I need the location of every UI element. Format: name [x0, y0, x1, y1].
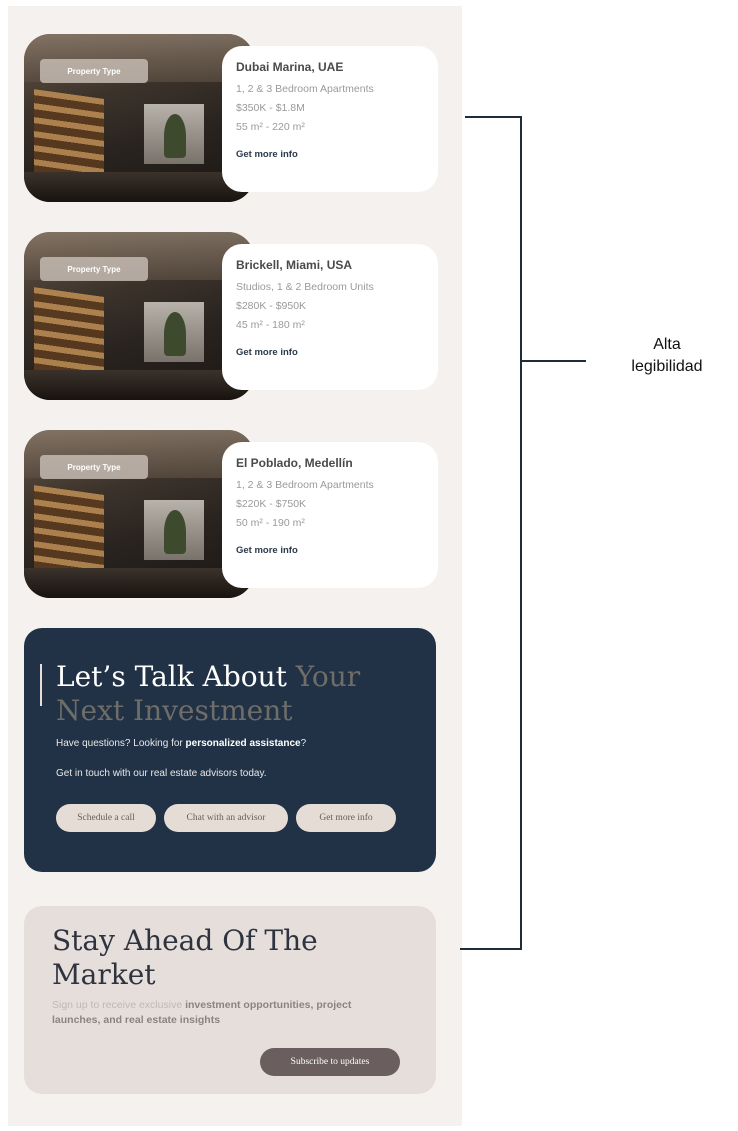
contact-title-main: Let’s Talk About	[56, 660, 287, 693]
bracket-line	[460, 116, 522, 950]
property-type-badge: Property Type	[40, 455, 148, 479]
contact-question: Have questions? Looking for personalized…	[56, 738, 306, 749]
get-more-info-button[interactable]: Get more info	[296, 804, 396, 832]
property-location: El Poblado, Medellín	[236, 456, 353, 470]
property-photo: Property Type	[24, 430, 254, 598]
get-more-info-link[interactable]: Get more info	[236, 347, 424, 358]
schedule-call-button[interactable]: Schedule a call	[56, 804, 156, 832]
property-photo: Property Type	[24, 232, 254, 400]
question-emphasis: personalized assistance	[185, 738, 301, 749]
newsletter-title: Stay Ahead Of The Market	[52, 924, 318, 991]
property-info: Dubai Marina, UAE 1, 2 & 3 Bedroom Apart…	[222, 46, 438, 192]
annotation-label: Alta legibilidad	[612, 334, 722, 378]
property-price: $350K - $1.8M	[236, 102, 305, 114]
property-area: 50 m² - 190 m²	[236, 517, 305, 529]
property-photo: Property Type	[24, 34, 254, 202]
annotation-line-1: Alta	[653, 336, 681, 353]
chat-advisor-button[interactable]: Chat with an advisor	[164, 804, 288, 832]
property-price: $220K - $750K	[236, 498, 307, 510]
property-info: Brickell, Miami, USA Studios, 1 & 2 Bedr…	[222, 244, 438, 390]
question-text: Have questions? Looking for	[56, 738, 183, 749]
property-card[interactable]: Property Type Dubai Marina, UAE 1, 2 & 3…	[24, 34, 438, 204]
question-mark: ?	[300, 738, 307, 749]
newsletter-section: Stay Ahead Of The Market Sign up to rece…	[24, 906, 436, 1094]
subscribe-button[interactable]: Subscribe to updates	[260, 1048, 400, 1076]
property-card[interactable]: Property Type El Poblado, Medellín 1, 2 …	[24, 430, 438, 600]
newsletter-description: Sign up to receive exclusive investment …	[52, 998, 392, 1028]
mobile-page: Property Type Dubai Marina, UAE 1, 2 & 3…	[8, 6, 462, 1126]
contact-subtitle: Get in touch with our real estate adviso…	[56, 768, 267, 779]
annotation-line-2: legibilidad	[631, 358, 703, 375]
property-location: Dubai Marina, UAE	[236, 60, 344, 74]
property-area: 45 m² - 180 m²	[236, 319, 305, 331]
property-units: 1, 2 & 3 Bedroom Apartments	[236, 83, 374, 95]
property-type-badge: Property Type	[40, 257, 148, 281]
property-area: 55 m² - 220 m²	[236, 121, 305, 133]
property-type-badge: Property Type	[40, 59, 148, 83]
property-info: El Poblado, Medellín 1, 2 & 3 Bedroom Ap…	[222, 442, 438, 588]
contact-section: Let’s Talk About Your Next Investment Ha…	[24, 628, 436, 872]
accent-bar	[40, 664, 42, 706]
get-more-info-link[interactable]: Get more info	[236, 149, 424, 160]
property-location: Brickell, Miami, USA	[236, 258, 353, 272]
property-card[interactable]: Property Type Brickell, Miami, USA Studi…	[24, 232, 438, 402]
property-units: Studios, 1 & 2 Bedroom Units	[236, 281, 374, 293]
property-price: $280K - $950K	[236, 300, 307, 312]
property-units: 1, 2 & 3 Bedroom Apartments	[236, 479, 374, 491]
contact-title: Let’s Talk About Your Next Investment	[56, 660, 416, 728]
newsletter-desc-light: Sign up to receive exclusive	[52, 999, 183, 1011]
get-more-info-link[interactable]: Get more info	[236, 545, 424, 556]
